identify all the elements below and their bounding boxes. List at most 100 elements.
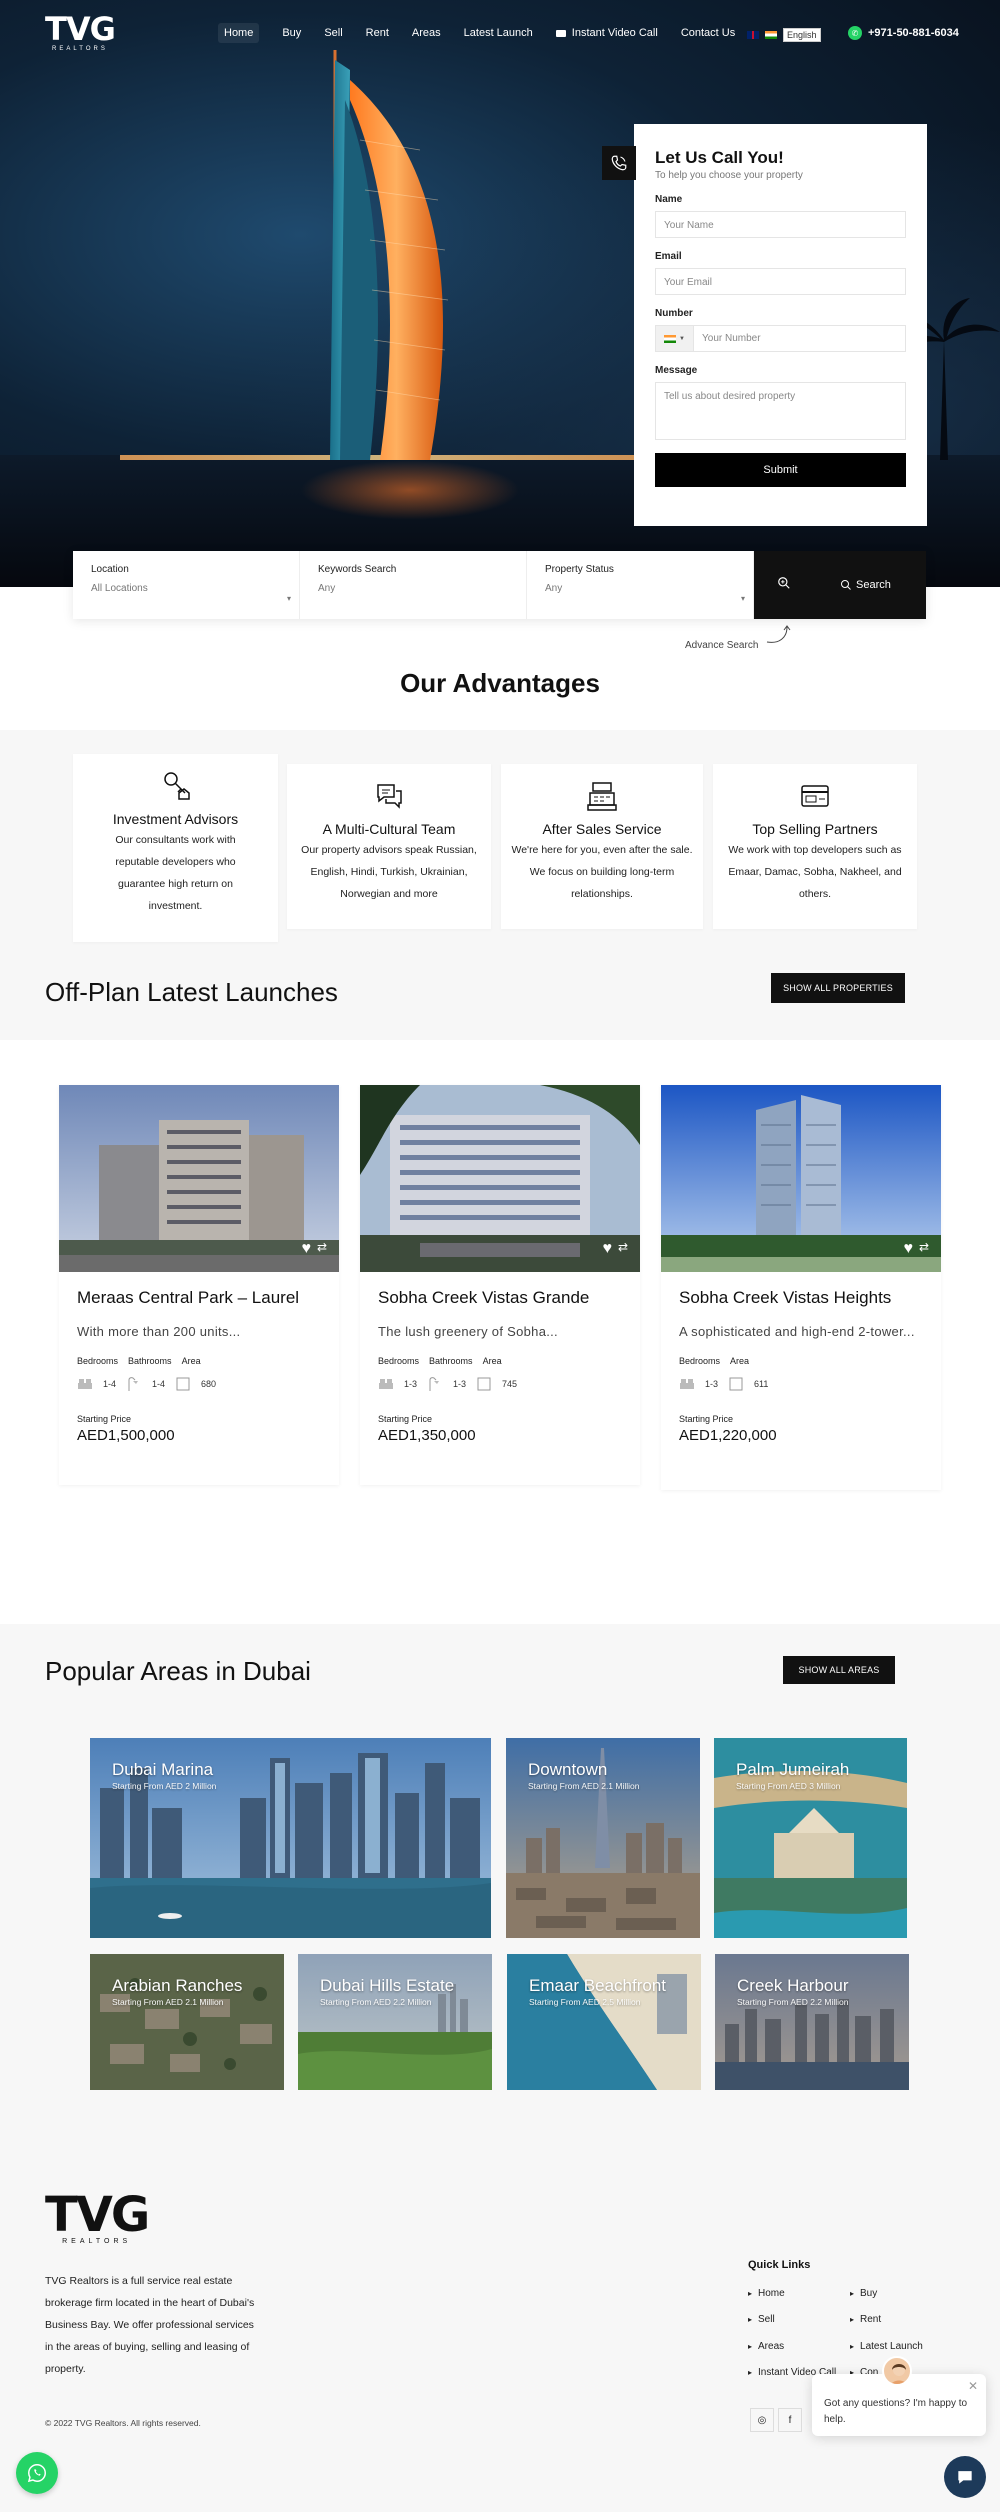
video-camera-icon (555, 29, 566, 37)
tvg-logo[interactable]: TVG REALTORS (45, 13, 116, 52)
message-textarea[interactable]: Tell us about desired property (655, 382, 906, 440)
property-name[interactable]: Meraas Central Park – Laurel (77, 1288, 321, 1308)
quick-link-sell[interactable]: Sell (748, 2314, 775, 2325)
area-card-creek-harbour[interactable]: Creek Harbour Starting From AED 2.2 Mill… (715, 1954, 909, 2090)
bed-icon (379, 1379, 393, 1389)
property-image[interactable]: ♥ ⇄ (661, 1085, 941, 1272)
property-card[interactable]: ♥ ⇄ Sobha Creek Vistas Grande The lush gr… (360, 1085, 640, 1485)
property-status-select[interactable]: Property Status Any ▾ (527, 551, 754, 619)
submit-button[interactable]: Submit (655, 453, 906, 487)
area-icon (477, 1377, 491, 1391)
property-price: AED1,500,000 (77, 1427, 175, 1444)
header-phone[interactable]: ✆ +971-50-881-6034 (848, 26, 959, 40)
area-name: Dubai Marina (112, 1760, 214, 1779)
cash-register-icon (501, 779, 703, 813)
quick-link-latest-launch[interactable]: Latest Launch (850, 2341, 923, 2352)
instagram-icon[interactable]: ◎ (750, 2408, 774, 2432)
area-label: Area (181, 1356, 201, 1366)
bedrooms-label: Bedrooms (77, 1356, 119, 1366)
quick-links-title: Quick Links (748, 2259, 811, 2271)
close-icon[interactable]: ✕ (968, 2378, 978, 2394)
keywords-input[interactable]: Keywords Search Any (300, 551, 527, 619)
advantage-card: Investment Advisors Our consultants work… (73, 754, 278, 942)
whatsapp-icon: ✆ (848, 26, 862, 40)
advantage-card: Top Selling Partners We work with top de… (713, 764, 917, 929)
property-name[interactable]: Sobha Creek Vistas Heights (679, 1288, 923, 1308)
nav-instant-video-call[interactable]: Instant Video Call (555, 27, 658, 43)
nav-contact-us[interactable]: Contact Us (681, 27, 735, 43)
nav-areas[interactable]: Areas (412, 27, 441, 43)
uk-flag-icon[interactable] (747, 31, 759, 39)
quick-link-rent[interactable]: Rent (850, 2314, 881, 2325)
advance-search-link[interactable]: Advance Search (685, 625, 791, 651)
area-price-from: Starting From AED 3 Million (736, 1781, 841, 1791)
property-description: A sophisticated and high-end 2-tower... (679, 1324, 915, 1339)
property-image[interactable]: ♥ ⇄ (360, 1085, 640, 1272)
facebook-icon[interactable]: f (778, 2408, 802, 2432)
property-card[interactable]: ♥ ⇄ Meraas Central Park – Laurel With mor… (59, 1085, 339, 1485)
starting-price-label: Starting Price (378, 1414, 433, 1424)
location-label: Location (91, 564, 129, 575)
footer-about-text: TVG Realtors is a full service real esta… (45, 2275, 255, 2375)
advantage-title: Top Selling Partners (752, 821, 878, 837)
nav-buy[interactable]: Buy (282, 27, 301, 43)
nav-rent[interactable]: Rent (366, 27, 389, 43)
quick-link-buy[interactable]: Buy (850, 2288, 877, 2299)
key-house-icon (73, 769, 278, 803)
compare-icon[interactable]: ⇄ (618, 1240, 628, 1258)
property-name[interactable]: Sobha Creek Vistas Grande (378, 1288, 622, 1308)
area-card-palm-jumeirah[interactable]: Palm Jumeirah Starting From AED 3 Millio… (714, 1738, 907, 1938)
property-image[interactable]: ♥ ⇄ (59, 1085, 339, 1272)
email-field[interactable]: Your Email (655, 268, 906, 295)
compare-icon[interactable]: ⇄ (317, 1240, 327, 1258)
whatsapp-icon (27, 2464, 46, 2483)
bathrooms-value: 1-3 (453, 1379, 467, 1389)
area-card-downtown[interactable]: Downtown Starting From AED 2.1 Million (506, 1738, 700, 1938)
favorite-heart-icon[interactable]: ♥ (602, 1240, 612, 1258)
compare-icon[interactable]: ⇄ (919, 1240, 929, 1258)
bedrooms-value: 1-3 (404, 1379, 418, 1389)
area-price-from: Starting From AED 2.2 Million (737, 1997, 849, 2007)
search-button[interactable]: Search (840, 579, 891, 591)
call-form-title: Let Us Call You! (655, 148, 784, 167)
name-field[interactable]: Your Name (655, 211, 906, 238)
search-icon (841, 580, 851, 590)
advantage-card: A Multi-Cultural Team Our property advis… (287, 764, 491, 929)
area-label: Area (730, 1356, 750, 1366)
chat-launcher-button[interactable] (944, 2456, 986, 2498)
logo-subtitle: REALTORS (52, 46, 108, 52)
quick-link-home[interactable]: Home (748, 2288, 785, 2299)
favorite-heart-icon[interactable]: ♥ (301, 1240, 311, 1258)
nav-sell[interactable]: Sell (324, 27, 342, 43)
india-flag-icon[interactable] (765, 31, 777, 39)
language-select[interactable]: English (783, 28, 821, 42)
country-code-select[interactable]: ▼ (656, 326, 694, 351)
footer-logo[interactable]: TVG REALTORS (45, 2191, 150, 2245)
starting-price-label: Starting Price (77, 1414, 132, 1424)
advance-search-label: Advance Search (685, 640, 759, 651)
area-price-from: Starting From AED 2.2 Million (320, 1997, 432, 2007)
nav-latest-launch[interactable]: Latest Launch (464, 27, 533, 43)
property-description: With more than 200 units... (77, 1324, 241, 1339)
search-button-label: Search (856, 579, 891, 591)
area-name: Arabian Ranches (112, 1976, 243, 1995)
area-price-from: Starting From AED 2.1 Million (112, 1997, 224, 2007)
area-card-dubai-marina[interactable]: Dubai Marina Starting From AED 2 Million (90, 1738, 491, 1938)
favorite-heart-icon[interactable]: ♥ (903, 1240, 913, 1258)
show-all-areas-button[interactable]: SHOW ALL AREAS (783, 1656, 895, 1684)
location-select[interactable]: Location All Locations ▾ (73, 551, 300, 619)
whatsapp-float-button[interactable] (16, 2452, 58, 2494)
advantage-title: After Sales Service (542, 821, 662, 837)
area-card-dubai-hills-estate[interactable]: Dubai Hills Estate Starting From AED 2.2… (298, 1954, 492, 2090)
bedrooms-value: 1-4 (103, 1379, 117, 1389)
property-card[interactable]: ♥ ⇄ Sobha Creek Vistas Heights A sophisti… (661, 1085, 941, 1490)
show-all-properties-button[interactable]: SHOW ALL PROPERTIES (771, 973, 905, 1003)
bathrooms-label: Bathrooms (128, 1356, 172, 1366)
area-card-arabian-ranches[interactable]: Arabian Ranches Starting From AED 2.1 Mi… (90, 1954, 284, 2090)
advanced-search-icon[interactable] (754, 576, 814, 595)
quick-link-areas[interactable]: Areas (748, 2341, 784, 2352)
area-card-emaar-beachfront[interactable]: Emaar Beachfront Starting From AED 2.5 M… (507, 1954, 701, 2090)
number-field[interactable]: ▼ Your Number (655, 325, 906, 352)
nav-home[interactable]: Home (218, 23, 260, 43)
area-icon (176, 1377, 190, 1391)
